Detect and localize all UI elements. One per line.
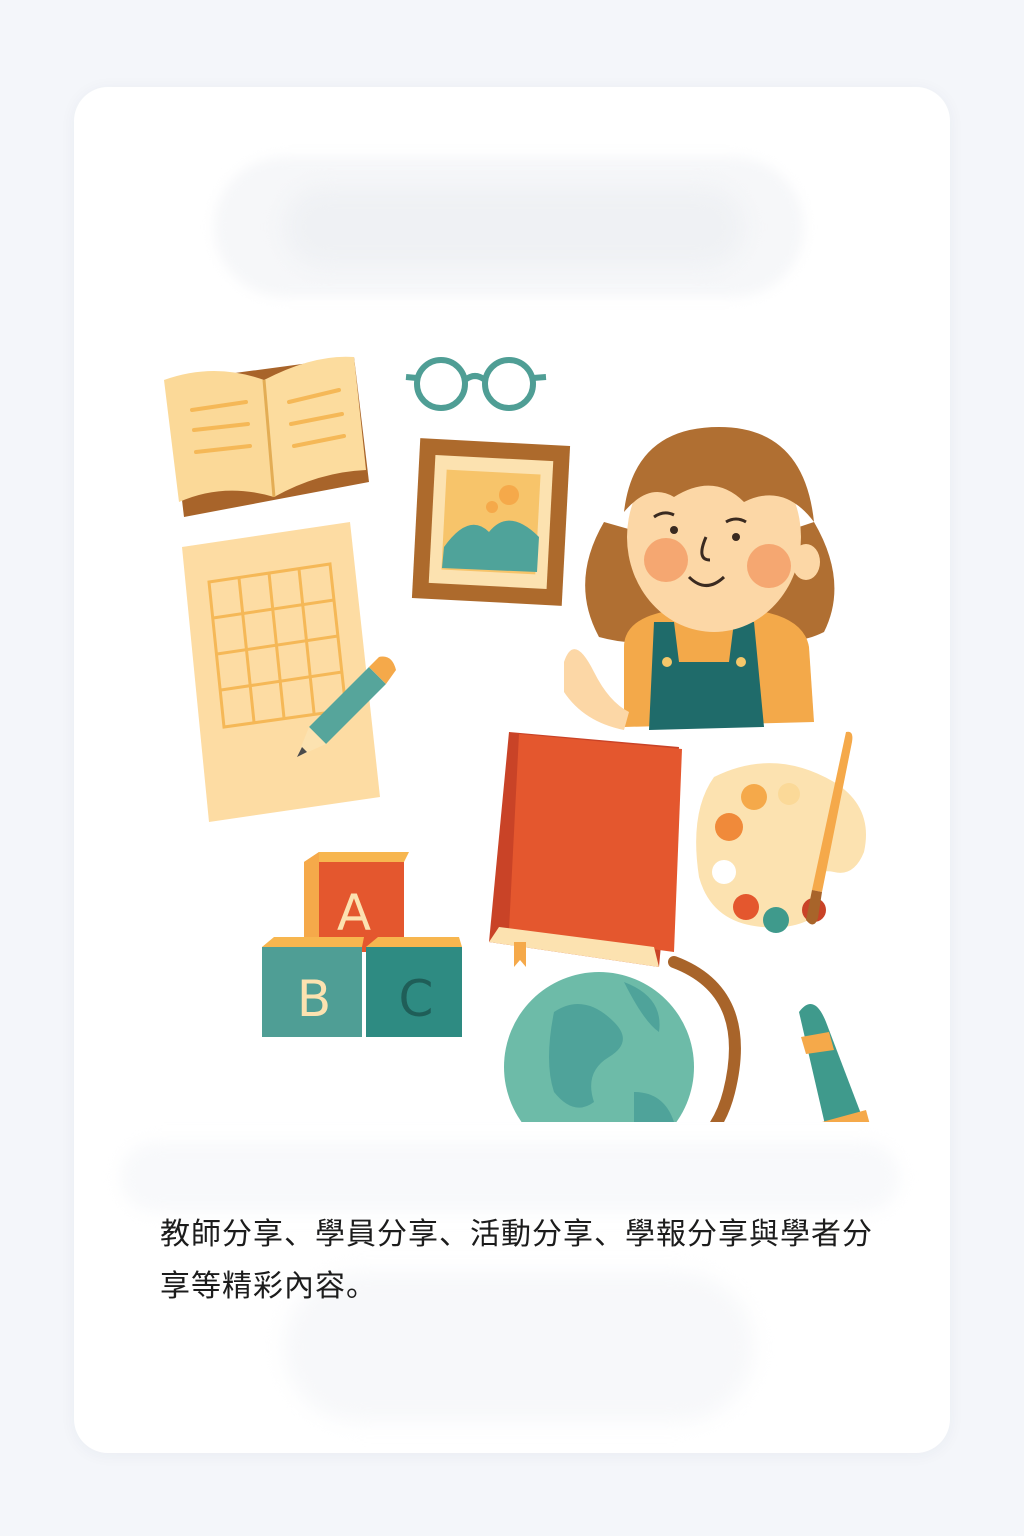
card-description: 教師分享、學員分享、活動分享、學報分享與學者分享等精彩內容。: [160, 1217, 873, 1304]
glasses-icon: [405, 357, 547, 411]
open-book-icon: [164, 356, 369, 517]
block-b-label: B: [297, 970, 331, 1028]
grid-paper-icon: [182, 522, 396, 822]
blurred-title-text: [284, 187, 744, 267]
paint-palette-icon: [696, 731, 866, 933]
girl-character-icon: [564, 427, 835, 730]
abc-blocks-icon: A B C: [262, 852, 462, 1037]
red-book-icon: [489, 732, 682, 967]
crayon-icon: [799, 1004, 870, 1122]
content-card: A B C 教師分享、學員分享、活動分享、學報分享與學者分享等精彩內容。: [74, 87, 950, 1453]
block-c-label: C: [399, 970, 434, 1028]
picture-frame-icon: [411, 438, 571, 606]
globe-icon: [504, 956, 741, 1122]
block-a-label: A: [337, 884, 371, 942]
blurred-subtitle-area: [120, 1142, 900, 1212]
education-illustration: A B C: [164, 356, 870, 1122]
